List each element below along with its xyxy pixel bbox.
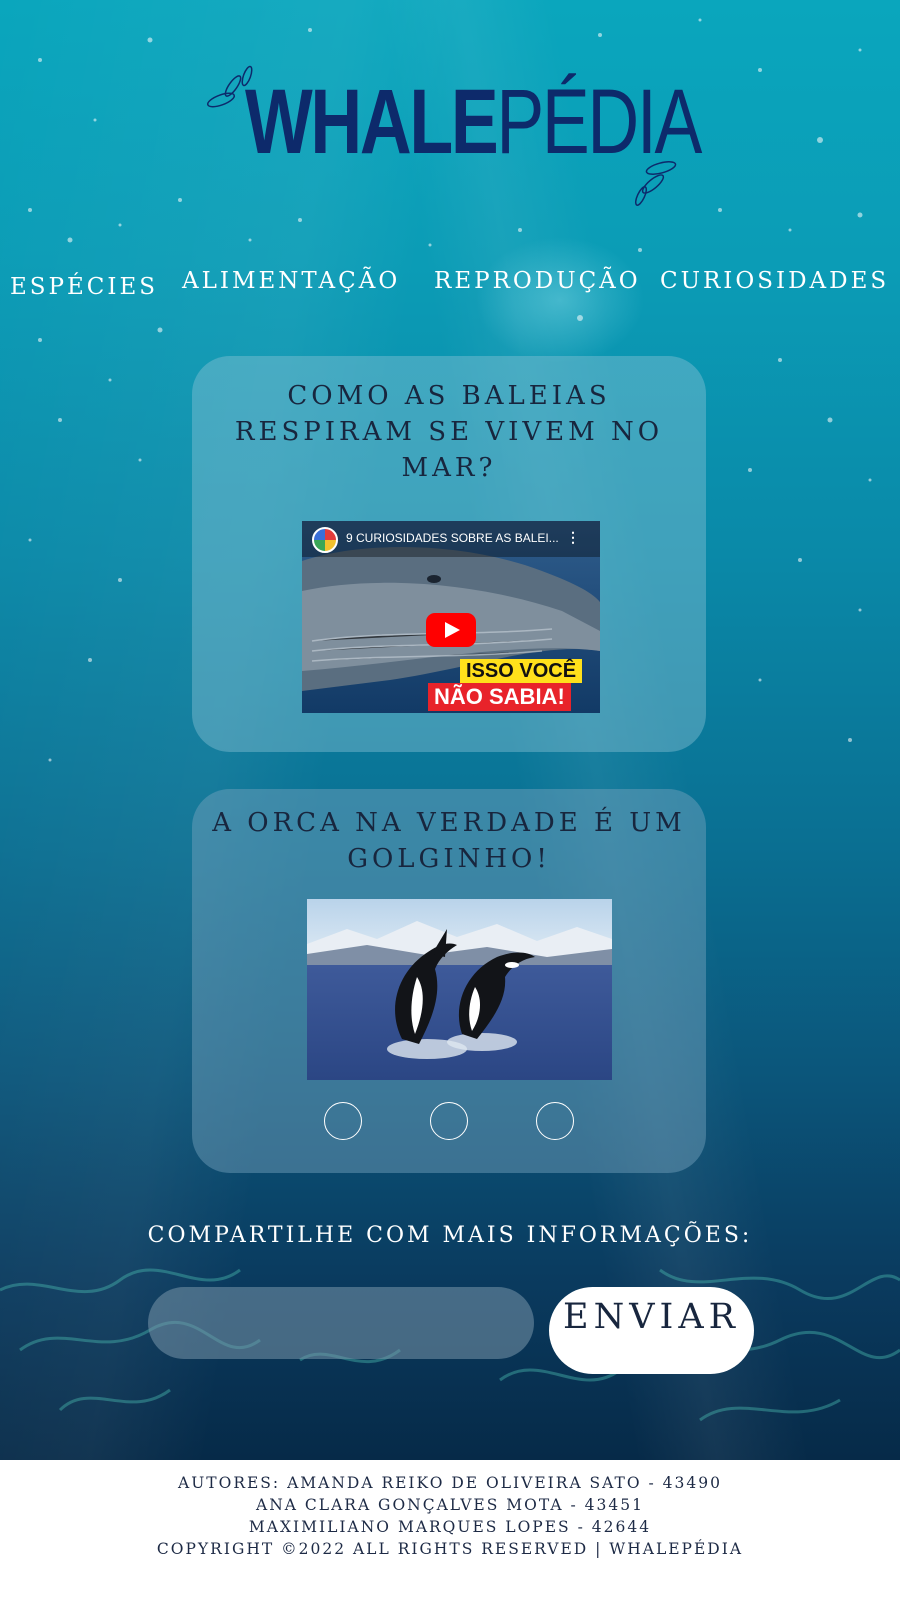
logo-bold-text: WHALE bbox=[245, 71, 499, 173]
nav-item-especies[interactable]: ESPÉCIES bbox=[10, 274, 158, 300]
whalepedia-logo[interactable]: WHALEPÉDIA bbox=[205, 58, 702, 218]
thumbnail-badge-red: NÃO SABIA! bbox=[428, 683, 571, 711]
splash-icon bbox=[634, 161, 677, 206]
logo-wordmark: WHALEPÉDIA bbox=[245, 76, 702, 168]
nav-item-reproducao[interactable]: REPRODUÇÃO bbox=[434, 268, 641, 294]
nav-item-curiosidades[interactable]: CURIOSIDADES bbox=[660, 268, 889, 294]
curiosity-card-video: COMO AS BALEIAS RESPIRAM SE VIVEM NO MAR… bbox=[192, 356, 706, 752]
carousel-dot[interactable] bbox=[324, 1102, 362, 1140]
orca-photo bbox=[307, 899, 612, 1080]
send-button[interactable]: ENVIAR bbox=[549, 1287, 754, 1374]
carousel-dots bbox=[192, 1102, 706, 1146]
main-nav: ESPÉCIES ALIMENTAÇÃO REPRODUÇÃO CURIOSID… bbox=[0, 268, 900, 308]
more-vertical-icon[interactable]: ⋮ bbox=[566, 529, 580, 546]
channel-avatar[interactable] bbox=[312, 527, 338, 553]
thumbnail-badge-yellow: ISSO VOCÊ bbox=[460, 659, 583, 683]
carousel-dot[interactable] bbox=[536, 1102, 574, 1140]
share-input[interactable] bbox=[148, 1287, 534, 1359]
share-label: COMPARTILHE COM MAIS INFORMAÇÕES: bbox=[147, 1223, 753, 1248]
video-title[interactable]: 9 CURIOSIDADES SOBRE AS BALEI... bbox=[346, 531, 559, 545]
nav-item-alimentacao[interactable]: ALIMENTAÇÃO bbox=[182, 268, 400, 294]
footer-author-line: MAXIMILIANO MARQUES LOPES - 42644 bbox=[248, 1518, 652, 1536]
footer-author-line: ANA CLARA GONÇALVES MOTA - 43451 bbox=[256, 1496, 644, 1514]
footer-copyright: COPYRIGHT ©2022 ALL RIGHTS RESERVED | WH… bbox=[156, 1540, 744, 1558]
send-button-label: ENVIAR bbox=[563, 1296, 740, 1337]
card-title: COMO AS BALEIAS RESPIRAM SE VIVEM NO MAR… bbox=[234, 381, 664, 483]
footer-authors-line: AUTORES: AMANDA REIKO DE OLIVEIRA SATO -… bbox=[178, 1474, 722, 1492]
video-embed[interactable]: 9 CURIOSIDADES SOBRE AS BALEI... ⋮ ISSO … bbox=[302, 521, 600, 713]
youtube-play-icon[interactable] bbox=[426, 613, 476, 647]
footer: AUTORES: AMANDA REIKO DE OLIVEIRA SATO -… bbox=[0, 1460, 900, 1600]
card-title: A ORCA NA VERDADE É UM GOLGINHO! bbox=[212, 808, 686, 874]
carousel-dot[interactable] bbox=[430, 1102, 468, 1140]
orca-image bbox=[307, 899, 612, 1080]
curiosity-card-carousel: A ORCA NA VERDADE É UM GOLGINHO! bbox=[192, 789, 706, 1173]
